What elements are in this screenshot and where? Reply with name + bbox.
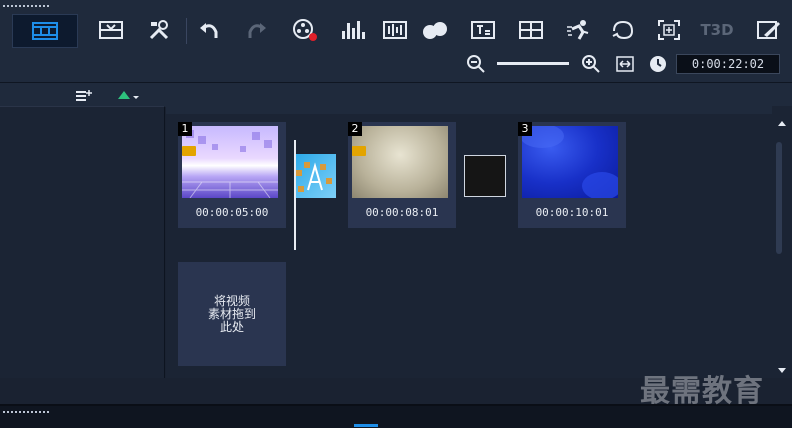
- multi-camera-icon: [519, 21, 543, 39]
- mask-creator-button[interactable]: [606, 14, 640, 46]
- redo-icon: [248, 23, 266, 38]
- painting-creator-button[interactable]: [752, 14, 786, 46]
- clip-duration: 00:00:10:01: [535, 206, 609, 219]
- multi-camera-button[interactable]: [514, 14, 548, 46]
- 3d-title-button[interactable]: T3D: [700, 14, 734, 46]
- zoom-in-icon: [582, 55, 600, 73]
- scrollbar-thumb[interactable]: [776, 142, 782, 254]
- watermark-text: 最需教育: [640, 374, 764, 409]
- redo-button[interactable]: [240, 14, 274, 46]
- record-capture-icon: [293, 19, 317, 41]
- project-duration-timecode[interactable]: 0:00:22:02: [676, 54, 780, 74]
- clock-icon: [650, 56, 666, 72]
- import-button[interactable]: [94, 14, 128, 46]
- toolbar-divider: [186, 18, 187, 44]
- 3d-title-icon: T3D: [700, 21, 734, 39]
- sort-button[interactable]: [116, 87, 142, 103]
- clip-number: 3: [518, 122, 532, 136]
- storyboard-view-button[interactable]: [12, 14, 78, 48]
- clip-duration: 00:00:05:00: [195, 206, 269, 219]
- motion-tracking-icon: [423, 22, 447, 39]
- zoom-in-button[interactable]: [581, 54, 601, 74]
- zoom-out-icon: [467, 55, 485, 73]
- main-toolbar: T3D 0:00:22:02: [0, 0, 792, 82]
- pan-zoom-button[interactable]: [652, 14, 686, 46]
- tools-button[interactable]: [142, 14, 176, 46]
- list-options-icon: [76, 90, 92, 101]
- subtitle-editor-button[interactable]: [466, 14, 500, 46]
- scroll-down-icon[interactable]: [772, 364, 792, 376]
- vertical-scrollbar[interactable]: [772, 106, 792, 378]
- clip-number: 2: [348, 122, 362, 136]
- zoom-slider[interactable]: [497, 62, 569, 65]
- mask-creator-icon: [612, 20, 634, 40]
- sound-mixer-icon: [342, 21, 365, 39]
- undo-icon: [200, 23, 218, 38]
- subtitle-editor-icon: [471, 21, 495, 39]
- zoom-out-button[interactable]: [466, 54, 486, 74]
- auto-music-button[interactable]: [378, 14, 412, 46]
- clip-thumbnail: [522, 126, 618, 198]
- drop-zone[interactable]: 将视频 素材拖到 此处: [178, 262, 286, 366]
- scroll-up-icon[interactable]: [772, 118, 792, 130]
- duration-clock-button[interactable]: [648, 54, 668, 74]
- audio-icon: [182, 146, 196, 156]
- auto-music-icon: [383, 21, 407, 39]
- list-options-button[interactable]: [74, 87, 94, 103]
- insertion-marker: [294, 140, 296, 250]
- fit-to-window-icon: [616, 56, 634, 72]
- sort-up-icon: [118, 91, 139, 99]
- import-icon: [99, 21, 123, 39]
- speed-ramp-button[interactable]: [562, 14, 596, 46]
- storyboard-clip-3[interactable]: 3 00:00:10:01: [518, 122, 626, 228]
- painting-creator-icon: [757, 21, 780, 39]
- sound-mixer-button[interactable]: [336, 14, 370, 46]
- storyboard-clip-2[interactable]: 2 00:00:08:01: [348, 122, 456, 228]
- fit-project-button[interactable]: [615, 54, 635, 74]
- speed-ramp-icon: [567, 20, 589, 40]
- tools-icon: [149, 20, 169, 40]
- library-navigation-panel: [0, 106, 165, 379]
- undo-button[interactable]: [192, 14, 226, 46]
- transition-slot[interactable]: [464, 155, 506, 197]
- bottom-panel-grip[interactable]: [2, 410, 50, 414]
- clip-thumbnail: [182, 126, 278, 198]
- motion-tracking-button[interactable]: [418, 14, 452, 46]
- library-subbar: [0, 82, 792, 107]
- clip-number: 1: [178, 122, 192, 136]
- audio-icon: [352, 146, 366, 156]
- drop-zone-text: 将视频 素材拖到 此处: [207, 293, 256, 334]
- storyboard-clip-1[interactable]: 1 00:00:05:00: [178, 122, 286, 228]
- clip-thumbnail: [352, 126, 448, 198]
- pan-zoom-icon: [658, 20, 680, 40]
- storyboard-header-strip: [166, 106, 772, 114]
- clip-duration: 00:00:08:01: [365, 206, 439, 219]
- record-capture-button[interactable]: [288, 14, 322, 46]
- storyboard-view-icon: [32, 22, 58, 40]
- transition-thumbnail[interactable]: [294, 154, 336, 198]
